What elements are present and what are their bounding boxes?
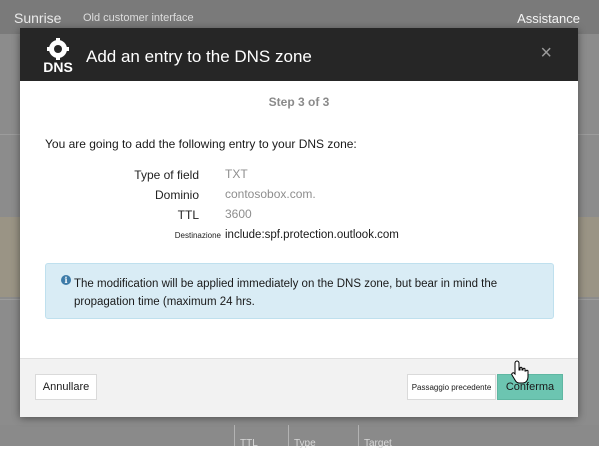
dialog-footer: Annullare Passaggio precedente Conferma	[20, 358, 578, 417]
dns-gear-icon: DNS	[43, 38, 73, 74]
previous-step-button[interactable]: Passaggio precedente	[407, 374, 496, 400]
assistance-link[interactable]: Assistance	[517, 11, 580, 26]
info-text: The modification will be applied immedia…	[74, 278, 498, 308]
intro-text: You are going to add the following entry…	[45, 137, 357, 151]
field-value-type: TXT	[225, 167, 248, 181]
confirm-button[interactable]: Conferma	[497, 374, 563, 400]
hand-pointer-icon	[511, 360, 529, 384]
old-interface-link[interactable]: Old customer interface	[83, 12, 194, 24]
bg-table-header-type: Type	[294, 438, 316, 449]
bg-table-header-target: Target	[364, 438, 392, 449]
field-label-type: Type of field	[134, 168, 199, 182]
bg-col-divider	[288, 425, 289, 446]
field-label-ttl: TTL	[177, 208, 199, 222]
close-icon[interactable]: ×	[540, 43, 552, 63]
cancel-button[interactable]: Annullare	[35, 374, 97, 400]
field-label-domain: Dominio	[154, 188, 199, 202]
field-label-target: Destinazione	[174, 231, 221, 240]
field-value-target: include:spf.protection.outlook.com	[225, 229, 399, 241]
dialog-title: Add an entry to the DNS zone	[86, 47, 312, 66]
step-indicator: Step 3 of 3	[268, 95, 330, 109]
bg-col-divider	[358, 425, 359, 446]
dialog-body: Step 3 of 3 You are going to add the fol…	[20, 81, 578, 358]
info-icon: i	[61, 275, 71, 285]
dialog-header: DNS Add an entry to the DNS zone ×	[20, 28, 578, 81]
dns-logo-text: DNS	[43, 59, 73, 74]
field-value-ttl: 3600	[225, 207, 252, 221]
info-alert: i The modification will be applied immed…	[45, 263, 554, 319]
dns-entry-dialog: DNS Add an entry to the DNS zone × Step …	[20, 28, 578, 417]
field-value-domain: contosobox.com.	[225, 187, 316, 201]
bg-col-divider	[234, 425, 235, 446]
brand-name[interactable]: Sunrise	[14, 10, 61, 26]
bg-table-header-ttl: TTL	[240, 438, 258, 449]
